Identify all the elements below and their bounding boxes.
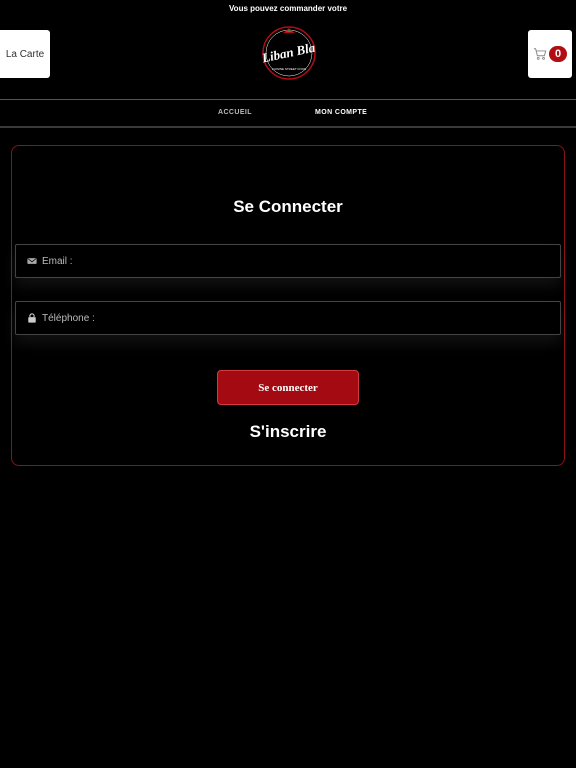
cart-button[interactable]: 0 — [528, 30, 572, 78]
email-field[interactable] — [15, 244, 561, 278]
email-input[interactable] — [42, 255, 542, 267]
top-banner: Vous pouvez commander votre — [228, 4, 348, 13]
login-title: Se Connecter — [233, 197, 343, 216]
cart-count-badge: 0 — [549, 46, 567, 62]
envelope-icon — [27, 258, 37, 264]
sinscrire-link[interactable]: S'inscrire — [0, 422, 576, 442]
phone-input[interactable] — [42, 312, 542, 324]
main-nav: ACCUEIL MON COMPTE — [0, 99, 576, 128]
lock-icon — [28, 313, 36, 323]
logo-subtext: CUISINE STREET FOOD — [272, 67, 307, 71]
nav-item-mon-compte[interactable]: MON COMPTE — [315, 109, 367, 116]
nav-item-accueil[interactable]: ACCUEIL — [218, 109, 252, 116]
shopping-cart-icon — [533, 48, 547, 60]
liban-bla-logo[interactable]: Liban Bla CUISINE STREET FOOD — [261, 25, 317, 81]
phone-field[interactable] — [15, 301, 561, 335]
la-carte-button[interactable]: La Carte — [0, 30, 50, 78]
se-connecter-button[interactable]: Se connecter — [217, 370, 359, 405]
